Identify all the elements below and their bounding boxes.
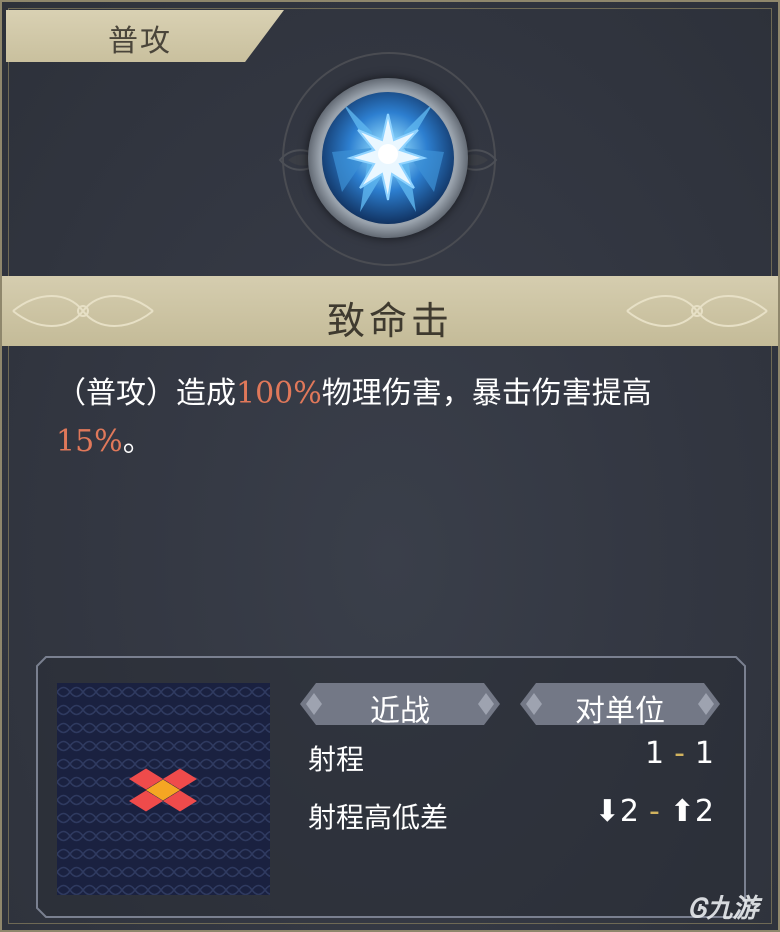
range-map bbox=[57, 683, 270, 895]
damage-value: 100% bbox=[236, 376, 322, 411]
arrow-down-icon: ⬇ bbox=[594, 794, 620, 829]
height-separator: - bbox=[648, 794, 660, 829]
watermark-logo: Ꮆ九游 bbox=[688, 888, 758, 925]
range-min: 1 bbox=[644, 736, 665, 771]
crit-bonus-value: 15% bbox=[56, 424, 123, 459]
attack-type-label: 近战 bbox=[370, 694, 430, 729]
range-separator: - bbox=[674, 736, 685, 771]
skill-category-label: 普攻 bbox=[108, 24, 172, 59]
skill-description: （普攻）造成100%物理伤害，暴击伤害提高 15%。 bbox=[56, 370, 736, 466]
watermark-g-icon: Ꮆ bbox=[688, 894, 707, 924]
range-value: 1-1 bbox=[645, 736, 714, 771]
range-label: 射程 bbox=[308, 743, 365, 776]
arrow-up-icon: ⬆ bbox=[669, 794, 695, 829]
desc-text: （普攻）造成 bbox=[56, 376, 236, 411]
watermark-text: 九游 bbox=[706, 894, 759, 924]
desc-text: 物理伤害，暴击伤害提高 bbox=[321, 376, 652, 411]
height-diff-label: 射程高低差 bbox=[308, 801, 449, 834]
target-type-label: 对单位 bbox=[575, 694, 665, 729]
desc-text: 。 bbox=[122, 424, 153, 459]
star-burst-icon[interactable] bbox=[322, 92, 454, 224]
skill-name: 致命击 bbox=[326, 299, 453, 343]
range-max: 1 bbox=[694, 736, 714, 771]
height-up-value: 2 bbox=[694, 794, 714, 829]
height-diff-value: ⬇2- ⬆2 bbox=[595, 794, 714, 829]
height-down-value: 2 bbox=[619, 794, 639, 829]
